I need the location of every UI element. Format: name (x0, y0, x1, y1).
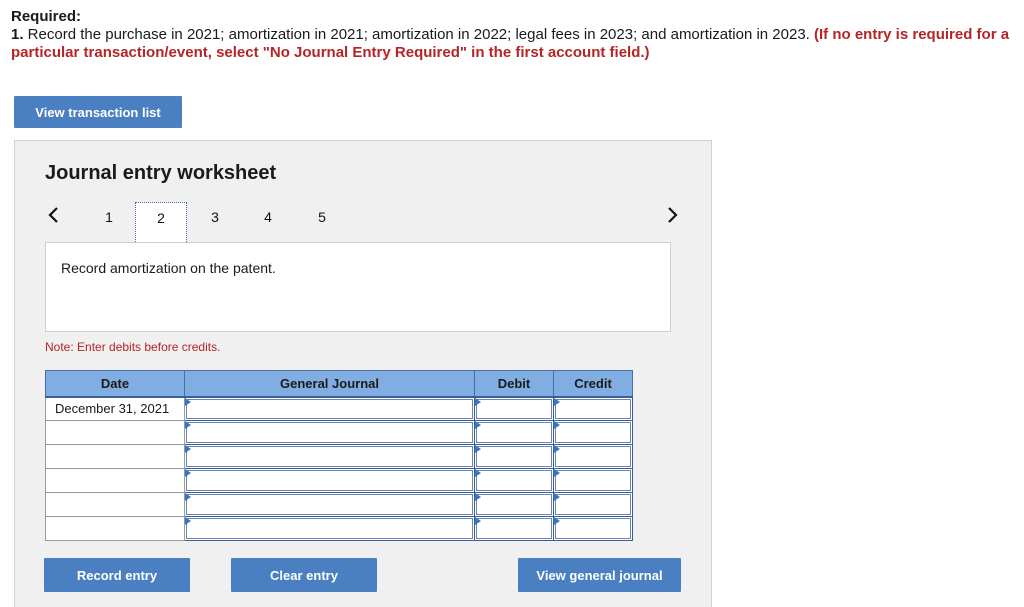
input-border (476, 518, 552, 539)
debit-input[interactable] (474, 516, 554, 541)
input-border (476, 470, 552, 491)
dropdown-marker-icon (554, 517, 560, 525)
input-border (476, 446, 552, 467)
debit-input[interactable] (474, 468, 554, 493)
dropdown-marker-icon (554, 445, 560, 453)
header-credit: Credit (553, 370, 633, 398)
header-debit: Debit (474, 370, 554, 398)
page-tab-4[interactable]: 4 (242, 202, 294, 246)
date-cell (45, 444, 185, 469)
date-cell (45, 468, 185, 493)
dropdown-marker-icon (475, 397, 481, 406)
instruction-number: 1. (11, 26, 24, 43)
page-tab-1[interactable]: 1 (83, 202, 135, 246)
dropdown-marker-icon (554, 493, 560, 501)
date-cell (45, 516, 185, 541)
dropdown-marker-icon (185, 421, 191, 429)
input-border (555, 518, 631, 539)
table-row: December 31, 2021 (45, 396, 633, 421)
input-border (186, 470, 473, 491)
input-border (186, 494, 473, 515)
dropdown-marker-icon (554, 397, 560, 406)
debit-input[interactable] (474, 420, 554, 445)
view-general-journal-button[interactable]: View general journal (518, 558, 681, 592)
table-row (45, 468, 633, 493)
dropdown-marker-icon (475, 493, 481, 501)
dropdown-marker-icon (185, 517, 191, 525)
general-journal-input[interactable] (184, 444, 475, 469)
input-border (186, 446, 473, 467)
journal-entry-worksheet: Journal entry worksheet 1 2 3 4 5 Record… (14, 140, 712, 607)
input-border (186, 422, 473, 443)
table-row (45, 516, 633, 541)
general-journal-input[interactable] (184, 492, 475, 517)
debit-input[interactable] (474, 492, 554, 517)
clear-entry-button[interactable]: Clear entry (231, 558, 377, 592)
input-border (555, 494, 631, 515)
chevron-right-icon (668, 207, 678, 223)
table-row (45, 420, 633, 445)
page-tab-5[interactable]: 5 (296, 202, 348, 246)
general-journal-input[interactable] (184, 420, 475, 445)
table-row (45, 444, 633, 469)
credit-input[interactable] (553, 492, 633, 517)
credit-input[interactable] (553, 396, 633, 421)
journal-table: Date General Journal Debit Credit Decemb… (45, 370, 633, 541)
dropdown-marker-icon (185, 445, 191, 453)
instructions: Required: 1. Record the purchase in 2021… (11, 8, 1016, 62)
credit-input[interactable] (553, 468, 633, 493)
input-border (476, 494, 552, 515)
input-border (555, 470, 631, 491)
worksheet-title: Journal entry worksheet (45, 162, 277, 184)
input-border (555, 422, 631, 443)
credit-input[interactable] (553, 420, 633, 445)
general-journal-input[interactable] (184, 516, 475, 541)
instruction-text: Record the purchase in 2021; amortizatio… (23, 26, 815, 43)
chevron-left-icon (48, 207, 58, 223)
debit-input[interactable] (474, 396, 554, 421)
input-border (186, 518, 473, 539)
record-entry-button[interactable]: Record entry (44, 558, 190, 592)
description-text: Record amortization on the patent. (61, 260, 276, 276)
debit-credit-note: Note: Enter debits before credits. (45, 340, 221, 354)
general-journal-input[interactable] (184, 468, 475, 493)
entry-description: Record amortization on the patent. (45, 242, 671, 332)
input-border (186, 398, 473, 419)
general-journal-input[interactable] (184, 396, 475, 421)
dropdown-marker-icon (185, 397, 191, 406)
credit-input[interactable] (553, 444, 633, 469)
view-transaction-list-button[interactable]: View transaction list (14, 96, 182, 128)
input-border (476, 422, 552, 443)
date-cell (45, 420, 185, 445)
header-date: Date (45, 370, 185, 398)
dropdown-marker-icon (554, 421, 560, 429)
dropdown-marker-icon (475, 469, 481, 477)
input-border (555, 446, 631, 467)
page-tab-2[interactable]: 2 (135, 202, 187, 246)
next-page-button[interactable] (663, 202, 683, 228)
required-title: Required: (11, 8, 82, 25)
table-row (45, 492, 633, 517)
page-tab-3[interactable]: 3 (189, 202, 241, 246)
previous-page-button[interactable] (43, 202, 63, 228)
debit-input[interactable] (474, 444, 554, 469)
dropdown-marker-icon (185, 469, 191, 477)
dropdown-marker-icon (185, 493, 191, 501)
input-border (555, 398, 631, 419)
dropdown-marker-icon (475, 445, 481, 453)
input-border (476, 398, 552, 419)
dropdown-marker-icon (554, 469, 560, 477)
dropdown-marker-icon (475, 517, 481, 525)
credit-input[interactable] (553, 516, 633, 541)
dropdown-marker-icon (475, 421, 481, 429)
header-general-journal: General Journal (184, 370, 475, 398)
date-cell (45, 492, 185, 517)
date-cell: December 31, 2021 (45, 396, 185, 421)
